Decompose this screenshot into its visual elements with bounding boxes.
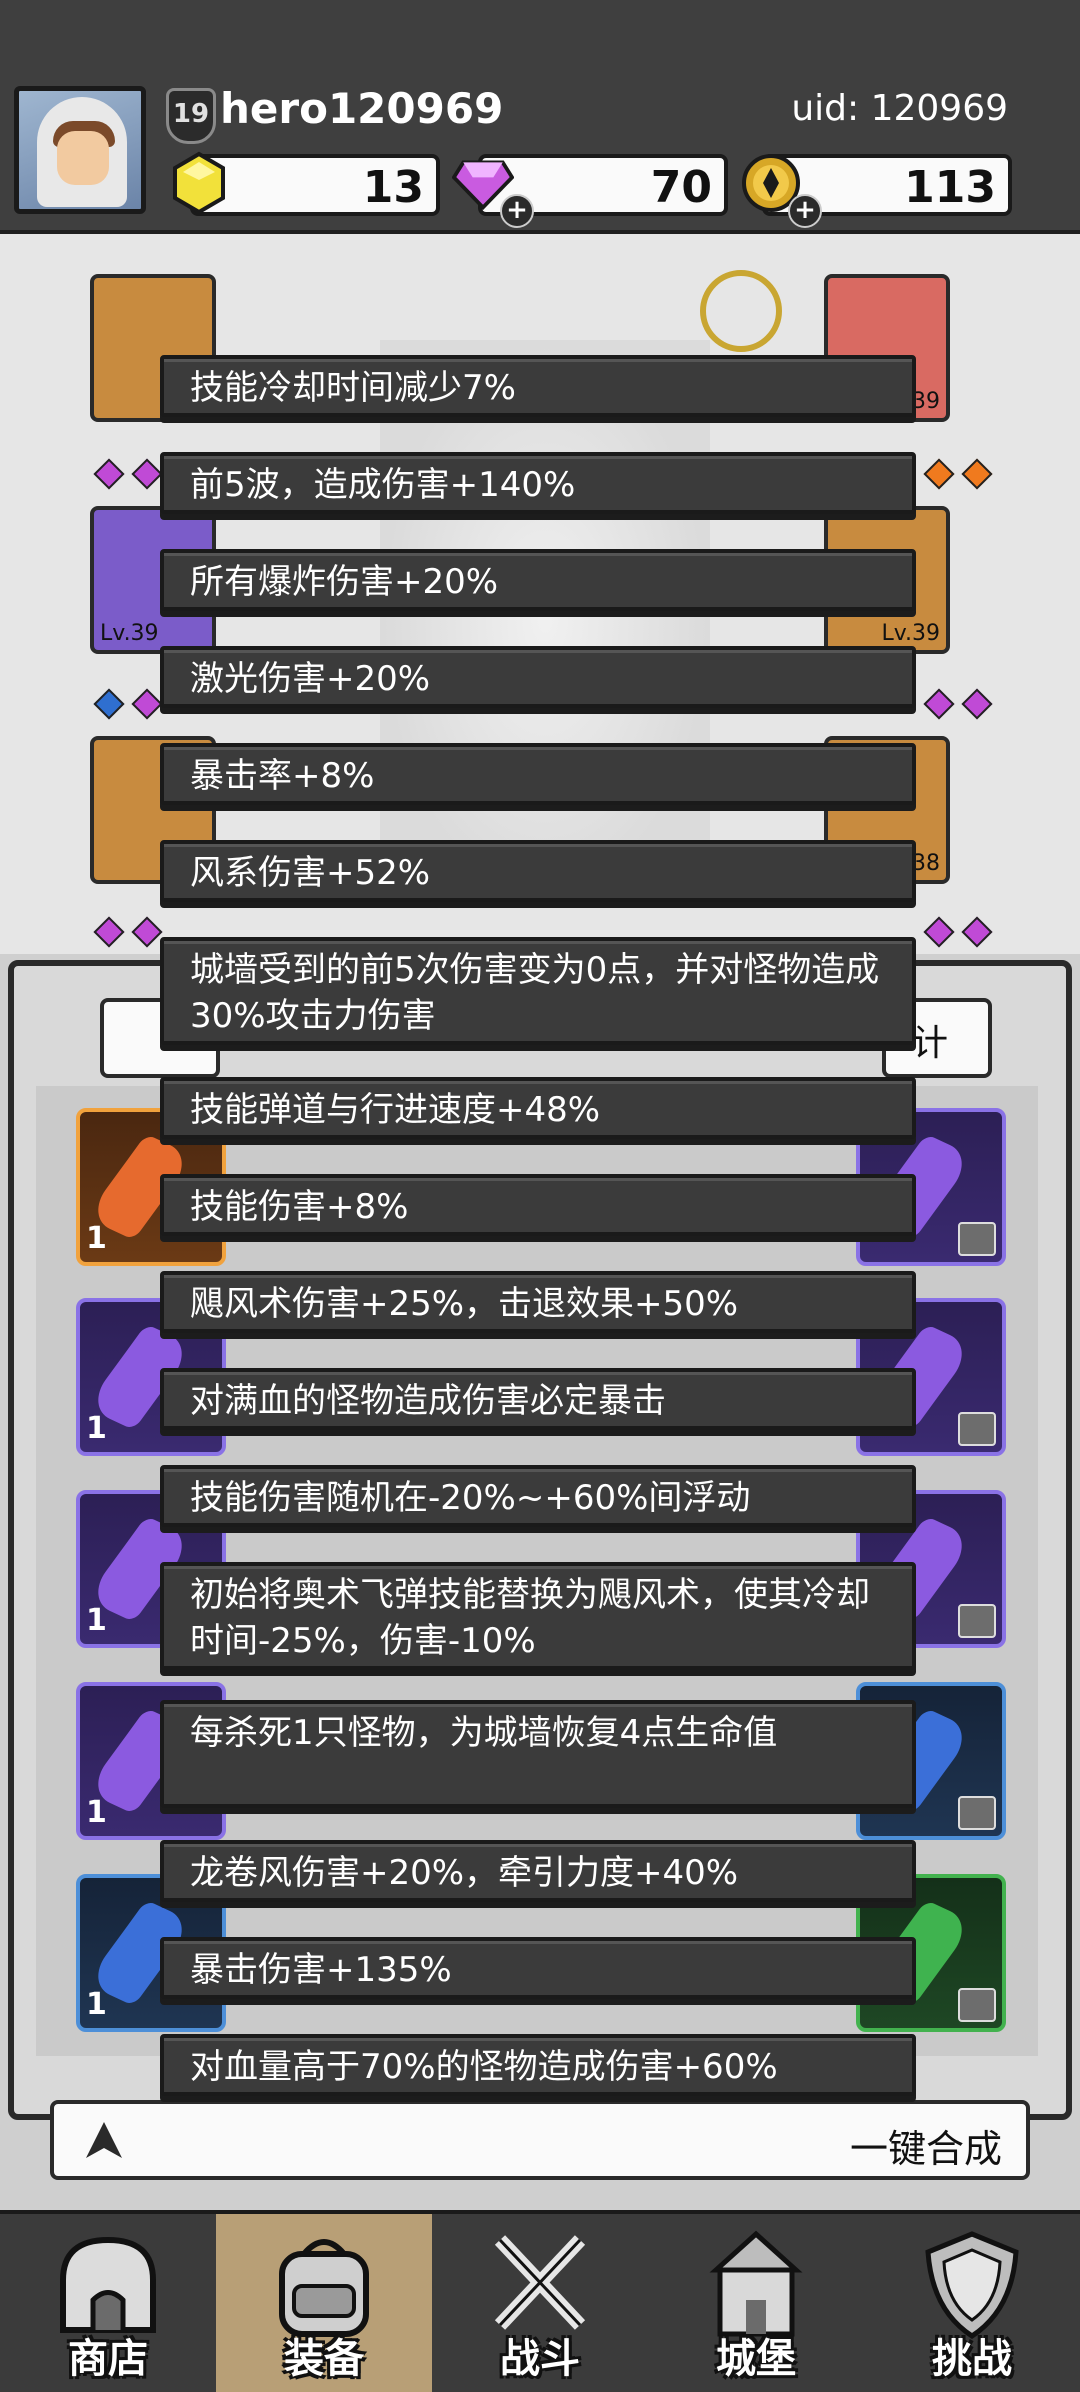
nav-battle[interactable]: 战斗	[432, 2214, 648, 2392]
tooltip-item: 每杀死1只怪物，为城墙恢复4点生命值	[160, 1700, 916, 1808]
shield-icon	[925, 2231, 1019, 2339]
boots-icon	[958, 1222, 996, 1256]
tooltip-item: 风系伤害+52%	[160, 840, 916, 902]
tooltip-item: 飓风术伤害+25%，击退效果+50%	[160, 1271, 916, 1333]
top-header: 19 hero120969 uid: 120969 13 70 + 113 +	[0, 0, 1080, 234]
merge-button-label: 一键合成	[849, 2127, 1002, 2171]
nav-shop-label: 商店	[68, 2336, 148, 2382]
shop-icon	[60, 2236, 156, 2333]
add-coin-button[interactable]: +	[788, 194, 822, 228]
backpack-icon	[279, 2239, 369, 2337]
diamond-value: 70	[650, 162, 712, 213]
nav-battle-label: 战斗	[500, 2336, 580, 2382]
card-count: 1	[86, 1411, 107, 1446]
tooltip-item: 技能冷却时间减少7%	[160, 355, 916, 417]
ring-level: Lv.39	[881, 621, 940, 646]
coin-value: 113	[904, 162, 996, 213]
helmet-gem-row	[90, 458, 166, 490]
add-diamond-button[interactable]: +	[500, 194, 534, 228]
card-count: 1	[86, 1795, 107, 1830]
nav-shop[interactable]: 商店	[0, 2214, 216, 2392]
tooltip-item: 所有爆炸伤害+20%	[160, 549, 916, 611]
armor-level: Lv.39	[100, 621, 159, 646]
nav-challenge[interactable]: 挑战	[864, 2214, 1080, 2392]
tooltip-item: 激光伤害+20%	[160, 646, 916, 708]
weapon-gem-row	[920, 458, 996, 490]
armor-gem-row	[90, 688, 166, 720]
nav-equipment-label: 装备	[284, 2336, 364, 2382]
merge-bar[interactable]: 一键合成	[50, 2100, 1030, 2180]
tooltip-item: 对满血的怪物造成伤害必定暴击	[160, 1368, 916, 1430]
yellow-gem-icon	[173, 151, 225, 215]
tooltip-item: 暴击率+8%	[160, 743, 916, 805]
tooltip-item: 对血量高于70%的怪物造成伤害+60%	[160, 2034, 916, 2096]
necklace-gem-row	[920, 916, 996, 948]
card-count: 1	[86, 1221, 107, 1256]
nav-castle[interactable]: 城堡	[648, 2214, 864, 2392]
ring-icon	[958, 1796, 996, 1830]
collapse-arrow-icon[interactable]	[82, 2118, 126, 2162]
nav-equipment[interactable]: 装备	[216, 2214, 432, 2392]
avatar-face	[57, 131, 109, 185]
player-name: hero120969	[220, 84, 504, 133]
tooltip-item: 初始将奥术飞弹技能替换为飓风术，使其冷却时间-25%，伤害-10%	[160, 1562, 916, 1670]
ring-gem-row	[920, 688, 996, 720]
tooltip-item: 技能伤害+8%	[160, 1174, 916, 1236]
hero-staff-ornament	[700, 270, 782, 352]
bottom-navigation: 商店 装备 战斗 城堡 挑战	[0, 2210, 1080, 2392]
tooltip-item: 暴击伤害+135%	[160, 1937, 916, 1999]
player-level-badge: 19	[166, 88, 216, 144]
nav-challenge-label: 挑战	[932, 2336, 1012, 2382]
player-uid: uid: 120969	[791, 88, 1008, 129]
stats-tab-label: 计	[912, 1023, 949, 1064]
tooltip-item: 技能弹道与行进速度+48%	[160, 1077, 916, 1139]
tooltip-item: 城墙受到的前5次伤害变为0点，并对怪物造成30%攻击力伤害	[160, 937, 916, 1045]
crossed-swords-icon	[494, 2235, 586, 2330]
armor-icon	[958, 1988, 996, 2022]
card-count: 1	[86, 1603, 107, 1638]
castle-icon	[709, 2230, 803, 2337]
card-count: 1	[86, 1987, 107, 2022]
tooltip-item: 前5波，造成伤害+140%	[160, 452, 916, 514]
player-avatar[interactable]	[14, 86, 146, 214]
hero-figure	[380, 340, 710, 900]
weapon-icon	[958, 1412, 996, 1446]
boots-gem-row	[90, 916, 166, 948]
tooltip-item: 技能伤害随机在-20%~+60%间浮动	[160, 1465, 916, 1527]
nav-castle-label: 城堡	[716, 2336, 796, 2382]
tooltip-item: 龙卷风伤害+20%，牵引力度+40%	[160, 1840, 916, 1902]
gold-gem-value: 13	[362, 162, 424, 213]
ring-icon	[958, 1604, 996, 1638]
